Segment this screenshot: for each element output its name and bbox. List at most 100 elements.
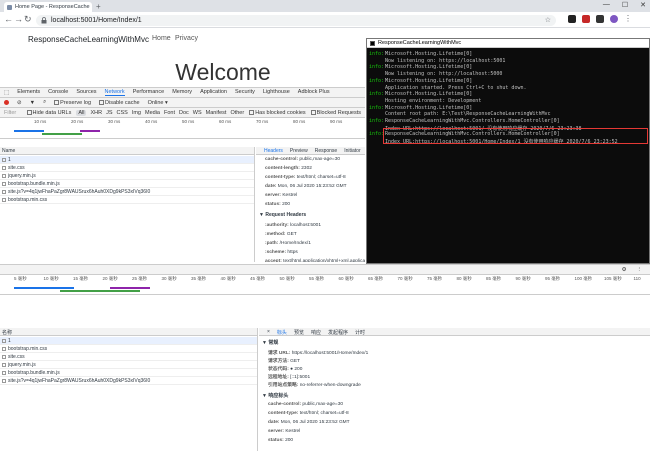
panel-tab[interactable]: 预览 <box>294 329 304 336</box>
new-tab-button[interactable]: + <box>96 2 101 11</box>
extension-icon[interactable] <box>568 15 576 23</box>
type-filter-css[interactable]: CSS <box>117 110 128 116</box>
devtools-chinese: ⚙ ⋮ 5 毫秒 10 毫秒 15 毫秒 20 毫秒 25 毫秒 30 毫秒 35 毫秒 40… <box>0 264 650 451</box>
request-row[interactable]: jquery.min.js <box>0 172 254 180</box>
header-value: text/html,application/xhtml+xml,applicat… <box>283 259 365 262</box>
nav-home-link[interactable]: Home <box>152 35 171 42</box>
more-options-icon[interactable]: ⋮ <box>637 267 643 273</box>
console-line: Content root path: E:\Test\ResponseCache… <box>369 111 551 117</box>
throttle-select[interactable]: Online ▾ <box>148 100 168 106</box>
forward-button[interactable]: → <box>14 15 23 24</box>
maximize-button[interactable]: ☐ <box>622 1 628 9</box>
filter-icon[interactable]: ▼ <box>30 100 35 106</box>
blocked-requests-checkbox[interactable]: Blocked Requests <box>310 110 361 116</box>
devtools-tab-memory[interactable]: Memory <box>172 89 192 96</box>
header-key: :scheme: <box>265 250 287 255</box>
file-icon <box>2 198 6 202</box>
timeline-tick-label: 20 ms <box>71 119 84 124</box>
devtools-tab-security[interactable]: Security <box>235 89 255 96</box>
type-filter-other[interactable]: Other <box>230 110 244 116</box>
devtools-tab-network[interactable]: Network <box>104 89 125 96</box>
panel-tab[interactable]: × <box>267 329 270 335</box>
request-row[interactable]: jquery.min.js <box>0 361 257 369</box>
request-row[interactable]: bootstrap.min.css <box>0 345 257 353</box>
type-filter-all[interactable]: All <box>76 109 87 116</box>
type-filter-img[interactable]: Img <box>132 110 141 116</box>
type-filter-media[interactable]: Media <box>145 110 160 116</box>
preserve-log-checkbox[interactable]: Preserve log <box>54 100 91 106</box>
request-row[interactable]: site.css <box>0 353 257 361</box>
panel-tab[interactable]: 标头 <box>277 329 287 336</box>
network-overview-cn[interactable]: 5 毫秒 10 毫秒 15 毫秒 20 毫秒 25 毫秒 30 毫秒 35 毫秒 40 毫秒 4… <box>0 275 650 295</box>
filter-bar: Filter Hide data URLs All XHR JS CSS Img Medi… <box>0 108 365 118</box>
request-row[interactable]: site.css <box>0 164 254 172</box>
devtools-tab-lighthouse[interactable]: Lighthouse <box>263 89 290 96</box>
request-row[interactable]: bootstrap.bundle.min.js <box>0 369 257 377</box>
close-window-button[interactable]: ✕ <box>640 1 646 9</box>
reload-button[interactable]: ↻ <box>24 15 32 24</box>
request-row[interactable]: 1 <box>0 337 257 345</box>
timeline-tick-label: 60 毫秒 <box>338 276 354 281</box>
panel-tab-response[interactable]: Response <box>315 148 338 154</box>
header-key: status: <box>265 202 281 207</box>
request-row[interactable]: site.js?v=4q1jwFhaPaZgr8WAUSrux6hAuh0XDg… <box>0 188 254 196</box>
record-icon[interactable] <box>4 100 9 105</box>
type-filter-js[interactable]: JS <box>106 110 112 116</box>
devtools-tab-sources[interactable]: Sources <box>76 89 96 96</box>
general-section[interactable]: ▼ 常规 <box>262 339 278 346</box>
type-filter-manifest[interactable]: Manifest <box>206 110 227 116</box>
request-row[interactable]: 1 <box>0 156 254 164</box>
console-app-icon <box>370 40 375 46</box>
inspect-icon[interactable]: ⬚ <box>4 90 9 96</box>
clear-icon[interactable]: ⊘ <box>17 100 22 106</box>
devtools-tab-adblock-plus[interactable]: Adblock Plus <box>298 89 330 96</box>
search-icon[interactable]: ⌕ <box>43 99 46 106</box>
nav-privacy-link[interactable]: Privacy <box>175 35 198 42</box>
filter-input[interactable]: Filter <box>4 110 22 116</box>
header-line: accept: text/html,application/xhtml+xml,… <box>265 259 365 262</box>
request-row[interactable]: bootstrap.bundle.min.js <box>0 180 254 188</box>
type-filter-font[interactable]: Font <box>164 110 175 116</box>
panel-tab-headers[interactable]: Headers <box>264 148 283 154</box>
profile-avatar[interactable] <box>610 15 618 23</box>
site-brand-link[interactable]: ResponseCacheLearningWithMvc <box>28 35 149 44</box>
header-line: date: Mon, 06 Jul 2020 15:23:52 GMT <box>268 420 350 425</box>
disable-cache-checkbox[interactable]: Disable cache <box>99 100 140 106</box>
settings-gear-icon[interactable]: ⚙ <box>622 267 627 273</box>
minimize-button[interactable]: — <box>603 1 610 9</box>
response-headers-section[interactable]: ▼ 响应标头 <box>262 392 288 399</box>
hide-data-urls-checkbox[interactable]: Hide data URLs <box>26 110 71 116</box>
request-headers-section[interactable]: ▼ Request Headers <box>259 212 306 218</box>
extension-icon[interactable] <box>582 15 590 23</box>
back-button[interactable]: ← <box>4 15 13 24</box>
request-row[interactable]: site.js?v=4q1jwFhaPaZgr8WAUSrux6hAuh0XDg… <box>0 377 257 385</box>
devtools-tab-console[interactable]: Console <box>48 89 68 96</box>
panel-tab-initiator[interactable]: Initiator <box>344 148 360 154</box>
header-line: cache-control: public,max-age=30 <box>265 157 340 162</box>
request-row[interactable]: bootstrap.min.css <box>0 196 254 204</box>
type-filter-ws[interactable]: WS <box>193 110 202 116</box>
extension-icon[interactable] <box>596 15 604 23</box>
name-column-header[interactable]: Name <box>0 147 254 155</box>
blocked-cookies-checkbox[interactable]: Has blocked cookies <box>249 110 306 116</box>
browser-tab[interactable]: Home Page - ResponseCache × <box>4 2 92 12</box>
devtools-tab-application[interactable]: Application <box>200 89 227 96</box>
type-filter-doc[interactable]: Doc <box>179 110 189 116</box>
panel-tab[interactable]: 发起程序 <box>328 329 348 336</box>
panel-tab-preview[interactable]: Preview <box>290 148 308 154</box>
devtools-tab-performance[interactable]: Performance <box>133 89 165 96</box>
request-name: bootstrap.min.css <box>8 197 48 203</box>
panel-tab[interactable]: 计时 <box>355 329 365 336</box>
log-level-label: info: <box>369 91 385 98</box>
bookmark-star-icon[interactable]: ☆ <box>545 16 551 24</box>
menu-dots-icon[interactable]: ⋮ <box>624 15 632 23</box>
header-key: 远程地址: <box>268 375 289 380</box>
name-column-header-cn[interactable]: 名称 <box>0 328 257 336</box>
devtools-tab-elements[interactable]: Elements <box>17 89 40 96</box>
panel-tab[interactable]: 响应 <box>311 329 321 336</box>
address-bar[interactable]: localhost:5001/Home/Index/1 ☆ <box>36 14 556 26</box>
type-filter-xhr[interactable]: XHR <box>90 110 102 116</box>
log-text: Microsoft.Hosting.Lifetime[0] <box>385 51 473 57</box>
console-window: ResponseCacheLearningWithMvc info:Micros… <box>366 38 650 264</box>
network-overview[interactable]: 10 ms 20 ms 30 ms 40 ms 50 ms 60 ms 70 ms 80 ms… <box>0 118 365 139</box>
